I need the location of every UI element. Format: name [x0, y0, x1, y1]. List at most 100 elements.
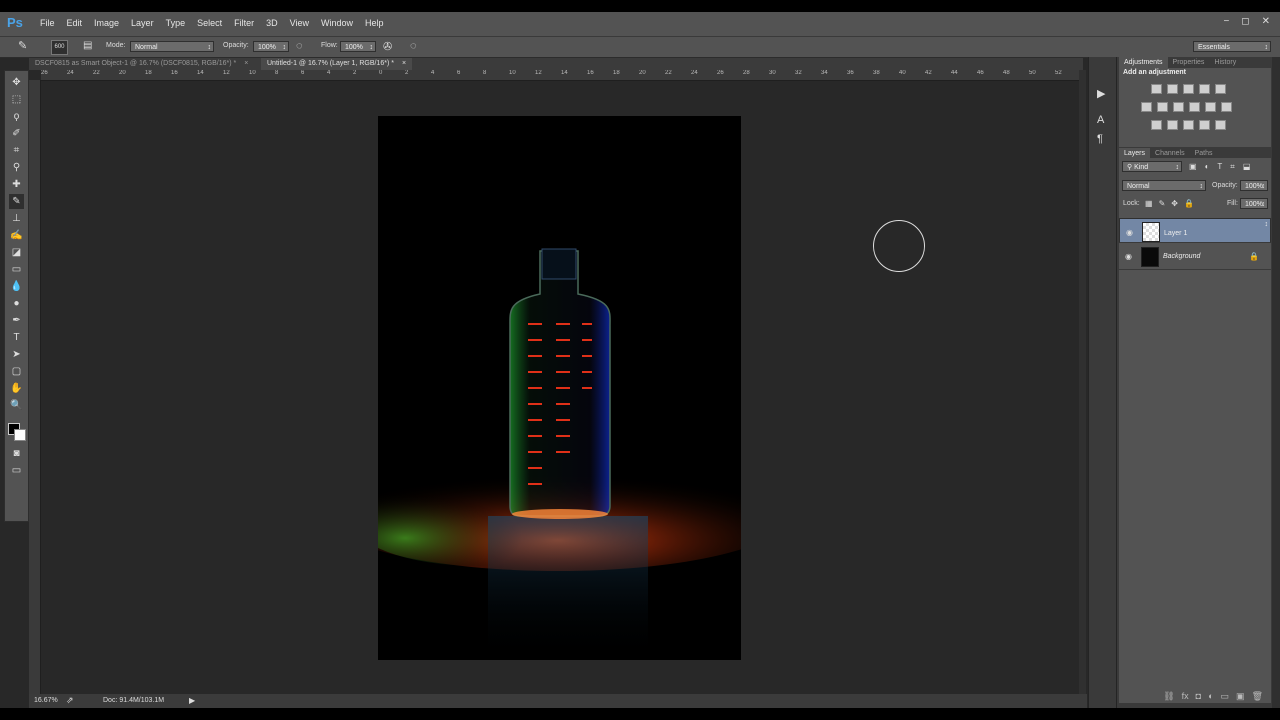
link-layers-icon[interactable]: ⛓	[1163, 689, 1174, 703]
tab-history[interactable]: History	[1209, 57, 1241, 68]
menu-layer[interactable]: Layer	[125, 18, 160, 28]
healing-brush-tool-icon[interactable]: ✚	[9, 177, 24, 192]
kind-filter-select[interactable]: ⚲ Kind	[1122, 161, 1182, 173]
export-icon[interactable]: ⇗	[66, 695, 74, 706]
tab-close-icon[interactable]: ×	[244, 60, 248, 67]
menu-help[interactable]: Help	[359, 18, 390, 28]
lasso-tool-icon[interactable]: ϙ	[9, 109, 24, 124]
filter-type-icon[interactable]: T	[1217, 162, 1222, 171]
dodge-tool-icon[interactable]: ●	[9, 296, 24, 311]
delete-layer-icon[interactable]: 🗑	[1252, 689, 1263, 703]
menu-filter[interactable]: Filter	[228, 18, 260, 28]
menu-file[interactable]: File	[34, 18, 61, 28]
document-canvas[interactable]	[378, 116, 741, 660]
menu-type[interactable]: Type	[160, 18, 192, 28]
eraser-tool-icon[interactable]: ◪	[9, 245, 24, 260]
blend-mode-select[interactable]: Normal	[1122, 180, 1206, 192]
quick-select-tool-icon[interactable]: ✐	[9, 126, 24, 141]
brush-tool-icon[interactable]: ✎	[9, 194, 24, 209]
background-color-swatch[interactable]	[14, 429, 26, 441]
canvas-scrollbar[interactable]	[1079, 70, 1086, 695]
blur-tool-icon[interactable]: 💧	[9, 279, 24, 294]
lock-pixels-icon[interactable]: ✎	[1159, 199, 1166, 208]
menu-3d[interactable]: 3D	[260, 18, 284, 28]
flow-field[interactable]: 100%	[340, 41, 376, 53]
brush-preset-icon[interactable]: ✎	[18, 39, 27, 52]
black-white-icon[interactable]	[1173, 102, 1184, 112]
tab-dscf0815[interactable]: DSCF0815 as Smart Object-1 @ 16.7% (DSCF…	[29, 58, 254, 70]
maximize-button[interactable]: ◻	[1241, 16, 1249, 27]
lock-position-icon[interactable]: ✥	[1171, 199, 1178, 208]
marquee-tool-icon[interactable]: ⬚	[9, 92, 24, 107]
quick-mask-icon[interactable]: ◙	[9, 446, 24, 461]
posterize-icon[interactable]	[1167, 120, 1178, 130]
vibrance-icon[interactable]	[1215, 84, 1226, 94]
add-mask-icon[interactable]: ◘	[1196, 689, 1201, 703]
layer-opacity-field[interactable]: 100%	[1240, 180, 1268, 192]
gradient-map-icon[interactable]	[1215, 120, 1226, 130]
minimize-button[interactable]: −	[1223, 16, 1229, 27]
hue-saturation-icon[interactable]	[1141, 102, 1152, 112]
tab-properties[interactable]: Properties	[1168, 57, 1210, 68]
workspace-select[interactable]: Essentials	[1193, 41, 1271, 53]
zoom-level[interactable]: 16.67%	[34, 697, 58, 704]
new-adjustment-icon[interactable]: ◐	[1208, 689, 1213, 703]
mode-select[interactable]: Normal	[130, 41, 214, 53]
layer-row-background[interactable]: ◉ Background 🔒	[1119, 244, 1271, 270]
menu-view[interactable]: View	[284, 18, 315, 28]
new-group-icon[interactable]: ▭	[1221, 689, 1230, 703]
screen-mode-icon[interactable]: ▭	[9, 463, 24, 478]
lock-transparent-icon[interactable]: ▦	[1145, 199, 1153, 208]
zoom-tool-icon[interactable]: 🔍	[9, 398, 24, 413]
shape-tool-icon[interactable]: ▢	[9, 364, 24, 379]
history-brush-tool-icon[interactable]: ✍	[9, 228, 24, 243]
selective-color-icon[interactable]	[1199, 120, 1210, 130]
visibility-eye-icon[interactable]: ◉	[1125, 252, 1132, 261]
brush-size-preset[interactable]: 600	[51, 40, 68, 55]
tab-untitled-1[interactable]: Untitled-1 @ 16.7% (Layer 1, RGB/16*) * ×	[261, 58, 413, 70]
brush-panel-icon[interactable]: ▤	[83, 40, 92, 51]
opacity-field[interactable]: 100%	[253, 41, 289, 53]
character-icon[interactable]: A	[1097, 114, 1104, 126]
filter-pixel-icon[interactable]: ▣	[1189, 162, 1197, 171]
play-actions-icon[interactable]: ▶	[1097, 87, 1105, 100]
panel-scrollbar[interactable]	[1272, 57, 1280, 708]
photo-filter-icon[interactable]	[1189, 102, 1200, 112]
color-balance-icon[interactable]	[1157, 102, 1168, 112]
threshold-icon[interactable]	[1183, 120, 1194, 130]
paragraph-icon[interactable]: ¶	[1097, 133, 1103, 145]
canvas-area[interactable]	[41, 81, 1079, 694]
menu-window[interactable]: Window	[315, 18, 359, 28]
crop-tool-icon[interactable]: ⌗	[9, 143, 24, 158]
path-select-tool-icon[interactable]: ➤	[9, 347, 24, 362]
channel-mixer-icon[interactable]	[1205, 102, 1216, 112]
status-menu-arrow-icon[interactable]: ▶	[189, 696, 195, 705]
tab-close-icon[interactable]: ×	[402, 60, 406, 67]
filter-shape-icon[interactable]: ⌗	[1230, 162, 1235, 171]
pressure-opacity-icon[interactable]: ◌	[296, 40, 303, 52]
brightness-icon[interactable]	[1151, 84, 1162, 94]
move-tool-icon[interactable]: ✥	[9, 75, 24, 90]
color-lookup-icon[interactable]	[1221, 102, 1232, 112]
curves-icon[interactable]	[1183, 84, 1194, 94]
menu-image[interactable]: Image	[88, 18, 125, 28]
visibility-eye-icon[interactable]: ◉	[1126, 227, 1133, 238]
tab-adjustments[interactable]: Adjustments	[1119, 57, 1168, 68]
type-tool-icon[interactable]: T	[9, 330, 24, 345]
pen-tool-icon[interactable]: ✒	[9, 313, 24, 328]
fx-icon[interactable]: fx	[1182, 689, 1189, 703]
invert-icon[interactable]	[1151, 120, 1162, 130]
exposure-icon[interactable]	[1199, 84, 1210, 94]
close-button[interactable]: ✕	[1262, 16, 1270, 27]
levels-icon[interactable]	[1167, 84, 1178, 94]
fill-field[interactable]: 100%	[1240, 198, 1268, 210]
filter-smart-icon[interactable]: ⬓	[1243, 162, 1251, 171]
new-layer-icon[interactable]: ▣	[1236, 689, 1245, 703]
menu-edit[interactable]: Edit	[61, 18, 89, 28]
airbrush-icon[interactable]: ✇	[383, 40, 392, 53]
lock-all-icon[interactable]: 🔒	[1184, 199, 1194, 208]
eyedropper-tool-icon[interactable]: ⚲	[9, 160, 24, 175]
gradient-tool-icon[interactable]: ▭	[9, 262, 24, 277]
layer-row-layer-1[interactable]: ◉ Layer 1	[1119, 218, 1271, 243]
hand-tool-icon[interactable]: ✋	[9, 381, 24, 396]
